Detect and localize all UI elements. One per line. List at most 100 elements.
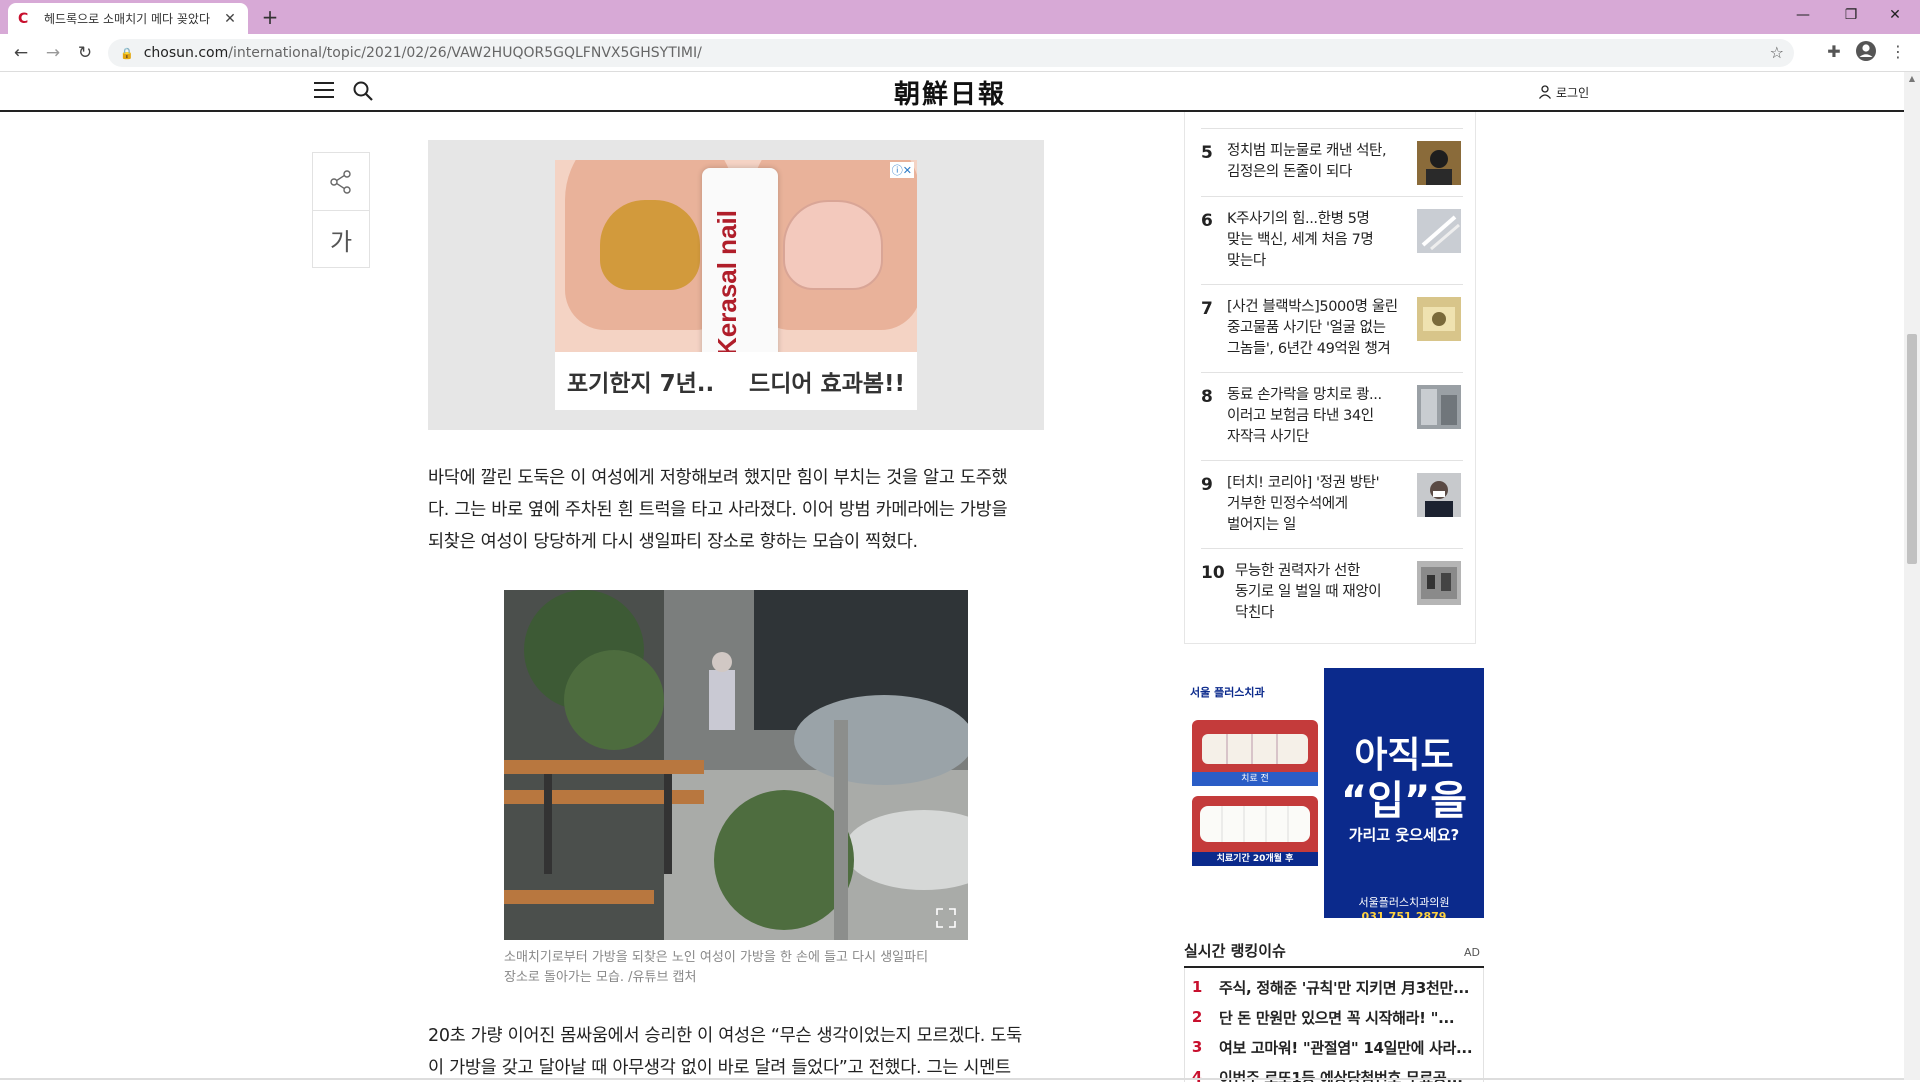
damaged-nail-illustration [600,200,700,290]
browser-tab-strip: C 헤드록으로 소매치기 메다 꽂았다 ✕ + — ❐ ✕ [0,0,1920,34]
share-button[interactable] [313,153,369,210]
browser-toolbar: ← → ↻ 🔒 chosun.com/international/topic/2… [0,34,1920,72]
realtime-ranking: 실시간 랭킹이슈 AD 1 주식, 정해준 '규칙'만 지키면 月3천만... 2… [1184,940,1484,1082]
article-ad-container: Kerasal nail 포기한지 7년.. 드디어 효과봄!! ⓘ✕ [428,140,1044,430]
reload-icon[interactable]: ↻ [74,42,96,64]
rank-title: K주사기의 힘...한병 5명 맞는 백신, 세계 처음 7명 맞는다 [1227,211,1374,269]
after-teeth-image [1192,796,1318,858]
bookmark-star-icon[interactable]: ☆ [1770,43,1784,62]
cctv-photo-illustration [504,590,968,940]
extensions-puzzle-icon[interactable]: ✚ [1822,40,1846,64]
restore-button[interactable]: ❐ [1828,0,1874,30]
ad-headline-2: “입”을 [1340,778,1468,824]
caption-line: 장소로 돌아가는 모습. /유튜브 캡처 [504,970,697,985]
forward-icon[interactable]: → [42,42,64,64]
caption-line: 소매치기로부터 가방을 되찾은 노인 여성이 가방을 한 손에 들고 다시 생일… [504,950,929,965]
most-read-ranking: 5 정치범 피눈물로 캐낸 석탄, 김정은의 돈줄이 되다 6 K주사기의 힘..… [1184,112,1476,644]
tab-close-icon[interactable]: ✕ [222,11,238,27]
ranking-item[interactable]: 6 K주사기의 힘...한병 5명 맞는 백신, 세계 처음 7명 맞는다 [1201,196,1463,284]
address-bar[interactable]: 🔒 chosun.com/international/topic/2021/02… [108,39,1794,67]
rank-number: 8 [1201,387,1213,407]
tab-title: 헤드록으로 소매치기 메다 꽂았다 [44,12,211,26]
article-photo[interactable] [504,590,968,940]
rank-thumbnail [1417,141,1461,185]
ad-label: AD [1464,946,1480,959]
ad-footer: 서울플러스치과의원 031.751.2879 [1324,894,1484,918]
login-label: 로그인 [1556,85,1590,100]
kerasal-ad[interactable]: Kerasal nail 포기한지 7년.. 드디어 효과봄!! ⓘ✕ [555,160,917,410]
rank-thumbnail [1417,297,1461,341]
site-header: 朝鮮日報 로그인 [0,72,1904,112]
ranking-item[interactable]: 5 정치범 피눈물로 캐낸 석탄, 김정은의 돈줄이 되다 [1201,128,1463,200]
ad-headline-3: 가리고 웃으세요? [1348,826,1460,844]
person-icon [1538,85,1552,99]
rank-number: 7 [1201,299,1213,319]
scrollbar-thumb[interactable] [1907,334,1917,564]
new-tab-button[interactable]: + [258,6,282,30]
ad-headline-panel: 아직도 “입”을 가리고 웃으세요? 서울플러스치과의원 031.751.287… [1324,668,1484,918]
clinic-name: 서울 플러스치과 [1190,686,1265,699]
rank-thumbnail [1417,473,1461,517]
after-label: 치료기간 20개월 후 [1192,852,1318,866]
paragraph-line: 다. 그는 바로 옆에 주차된 흰 트럭을 타고 사라졌다. 이어 방범 카메라… [428,500,1008,520]
realtime-item[interactable]: 3 여보 고마워! "관절염" 14일만에 사라... [1185,1032,1483,1062]
minimize-button[interactable]: — [1780,0,1826,30]
paragraph-line: 바닥에 깔린 도둑은 이 여성에게 저항해보려 했지만 힘이 부치는 것을 알고… [428,468,1008,488]
browser-menu-icon[interactable]: ⋮ [1886,40,1910,64]
rank-thumbnail [1417,385,1461,429]
dental-clinic-ad[interactable]: 서울 플러스치과 치료 전 치료기간 20개월 후 아직도 “입”을 가리고 웃… [1184,668,1484,918]
healthy-nail-illustration [783,200,883,290]
ad-footer-phone: 031.751.2879 [1361,910,1447,918]
before-label: 치료 전 [1192,772,1318,786]
rank-thumbnail [1417,209,1461,253]
site-favicon-icon: C [18,10,29,27]
ranking-item[interactable]: 10 무능한 권력자가 선한 동기로 일 벌일 때 재앙이 닥친다 [1201,548,1463,638]
profile-avatar-icon[interactable] [1854,40,1878,64]
photo-caption: 소매치기로부터 가방을 되찾은 노인 여성이 가방을 한 손에 들고 다시 생일… [504,948,968,988]
ad-choices-icon[interactable]: ⓘ✕ [889,162,914,178]
rank-number: 10 [1201,563,1225,583]
back-icon[interactable]: ← [10,42,32,64]
share-icon [330,169,351,194]
rank-number: 6 [1201,211,1213,231]
menu-icon[interactable] [314,82,334,100]
realtime-item[interactable]: 1 주식, 정해준 '규칙'만 지키면 月3천만... [1185,972,1483,1002]
rank-title: 무능한 권력자가 선한 동기로 일 벌일 때 재앙이 닥친다 [1235,563,1382,621]
ranking-item[interactable]: 7 [사건 블랙박스]5000명 울린 중고물품 사기단 '얼굴 없는 그놈들', … [1201,284,1463,372]
paragraph-line: 되찾은 여성이 당당하게 다시 생일파티 장소로 향하는 모습이 찍혔다. [428,532,918,552]
product-brand: Kerasal nail [712,210,742,356]
article-paragraph: 20초 가량 이어진 몸싸움에서 승리한 이 여성은 “무슨 생각이었는지 모르… [428,1020,1044,1084]
ad-caption: 포기한지 7년.. 드디어 효과봄!! [555,352,917,410]
rank-title: [사건 블랙박스]5000명 울린 중고물품 사기단 '얼굴 없는 그놈들', 6년… [1227,299,1398,357]
paragraph-line: 20초 가량 이어진 몸싸움에서 승리한 이 여성은 “무슨 생각이었는지 모르… [428,1026,1022,1046]
realtime-item[interactable]: 2단 돈 만원만 있으면 꼭 시작해라! "... [1185,1002,1483,1032]
ranking-item[interactable]: 8 동료 손가락을 망치로 쾅... 이러고 보험금 타낸 34인 자작극 사기단 [1201,372,1463,460]
ad-footer-name: 서울플러스치과의원 [1358,896,1450,909]
rank-title: 동료 손가락을 망치로 쾅... 이러고 보험금 타낸 34인 자작극 사기단 [1227,387,1382,445]
expand-icon[interactable] [934,906,958,930]
url-path: /international/topic/2021/02/26/VAW2HUQO… [228,45,702,61]
ad-caption-right: 드디어 효과봄!! [749,371,905,397]
url-host: chosun.com [143,45,229,61]
ad-caption-left: 포기한지 7년.. [567,371,715,397]
font-size-button[interactable]: 가 [313,210,369,267]
page-scrollbar[interactable]: ▲ [1904,72,1920,1080]
article-tools: 가 [312,152,370,268]
rank-number: 9 [1201,475,1213,495]
lock-icon: 🔒 [120,46,134,60]
scroll-up-arrow-icon[interactable]: ▲ [1904,74,1920,83]
rank-title: [터치! 코리아] '정권 방탄' 거부한 민정수석에게 벌어지는 일 [1227,475,1380,533]
rank-number: 5 [1201,143,1213,163]
login-link[interactable]: 로그인 [1538,82,1589,102]
browser-tab[interactable]: C 헤드록으로 소매치기 메다 꽂았다 ✕ [8,3,248,34]
site-logo[interactable]: 朝鮮日報 [880,74,1020,110]
article-paragraph: 바닥에 깔린 도둑은 이 여성에게 저항해보려 했지만 힘이 부치는 것을 알고… [428,462,1044,558]
rank-thumbnail [1417,561,1461,605]
realtime-header: 실시간 랭킹이슈 AD [1184,940,1484,968]
realtime-list: 1 주식, 정해준 '규칙'만 지키면 月3천만... 2단 돈 만원만 있으면 … [1184,968,1484,1082]
ranking-item[interactable]: 9 [터치! 코리아] '정권 방탄' 거부한 민정수석에게 벌어지는 일 [1201,460,1463,548]
realtime-title: 실시간 랭킹이슈 [1184,942,1286,960]
search-icon[interactable] [352,80,374,102]
rank-title: 정치범 피눈물로 캐낸 석탄, 김정은의 돈줄이 되다 [1227,143,1387,180]
close-window-button[interactable]: ✕ [1872,0,1918,30]
